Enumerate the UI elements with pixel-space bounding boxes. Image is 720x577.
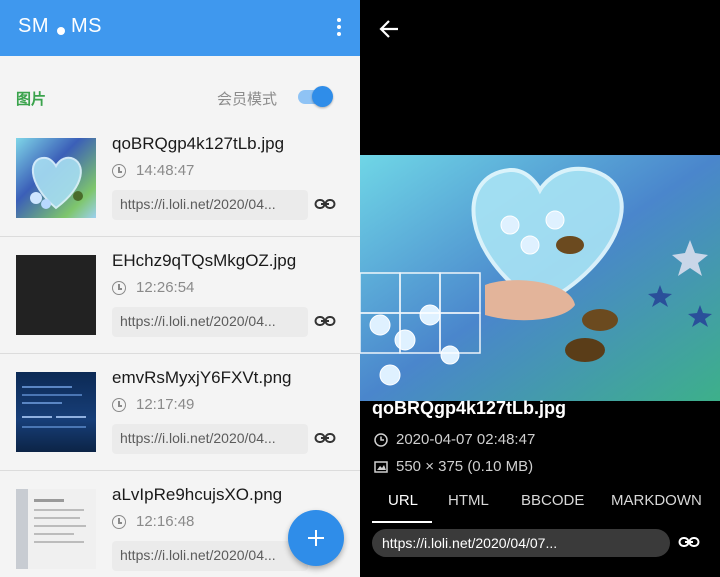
app-title: SM MS: [18, 15, 102, 38]
upload-time: 14:48:47: [136, 162, 195, 179]
clock-icon: [112, 281, 126, 295]
upload-time: 12:26:54: [136, 279, 195, 296]
link-format-tabs: URL HTML BBCODE MARKDOWN: [360, 484, 720, 524]
link-icon[interactable]: [678, 534, 700, 550]
clock-icon: [112, 164, 126, 178]
clock-icon: [112, 398, 126, 412]
image-name: emvRsMyxjY6FXVt.png: [112, 368, 292, 387]
tab-markdown[interactable]: MARKDOWN: [611, 492, 702, 509]
detail-datetime: 2020-04-07 02:48:47: [396, 431, 536, 448]
image-thumbnail[interactable]: [16, 138, 96, 218]
image-url[interactable]: https://i.loli.net/2020/04...: [112, 190, 308, 220]
detail-image-name: qoBRQgp4k127tLb.jpg: [372, 398, 567, 418]
section-header: 图片 会员模式: [0, 74, 360, 118]
member-mode-toggle[interactable]: [296, 86, 336, 107]
app-title-part2: MS: [71, 15, 102, 37]
link-icon[interactable]: [314, 430, 336, 446]
image-thumbnail[interactable]: [16, 255, 96, 335]
tab-html[interactable]: HTML: [448, 492, 489, 509]
image-url[interactable]: https://i.loli.net/2020/04...: [112, 307, 308, 337]
upload-time: 12:17:49: [136, 396, 195, 413]
image-name: EHchz9qTQsMkgOZ.jpg: [112, 251, 297, 270]
list-item[interactable]: emvRsMyxjY6FXVt.png 12:17:49 https://i.l…: [0, 354, 360, 471]
active-tab-indicator: [372, 521, 432, 523]
tab-url[interactable]: URL: [388, 492, 418, 509]
image-preview[interactable]: [360, 155, 720, 401]
image-thumbnail[interactable]: [16, 489, 96, 569]
image-name: aLvIpRe9hcujsXO.png: [112, 485, 283, 504]
app-title-part1: SM: [18, 15, 49, 37]
image-url[interactable]: https://i.loli.net/2020/04...: [112, 541, 308, 571]
clock-icon: [112, 515, 126, 529]
image-detail-screen: qoBRQgp4k127tLb.jpg 2020-04-07 02:48:47 …: [360, 0, 720, 577]
image-url[interactable]: https://i.loli.net/2020/04...: [112, 424, 308, 454]
member-mode-label: 会员模式: [217, 91, 278, 108]
detail-url-field[interactable]: https://i.loli.net/2020/04/07...: [372, 529, 670, 557]
link-icon[interactable]: [314, 196, 336, 212]
add-button[interactable]: [288, 510, 344, 566]
detail-dimensions: 550 × 375 (0.10 MB): [396, 458, 534, 475]
image-name: qoBRQgp4k127tLb.jpg: [112, 134, 285, 153]
clock-icon: [374, 433, 388, 447]
menu-icon[interactable]: [336, 18, 342, 38]
back-arrow-icon[interactable]: [378, 18, 400, 40]
image-list-screen: SM MS 图片 会员模式 qoBRQgp4k127tLb.jpg 14:48:…: [0, 0, 360, 577]
logo-dot: [57, 26, 65, 35]
app-bar: SM MS: [0, 0, 360, 56]
image-size-icon: [374, 461, 388, 473]
link-icon[interactable]: [314, 313, 336, 329]
list-item[interactable]: qoBRQgp4k127tLb.jpg 14:48:47 https://i.l…: [0, 120, 360, 237]
image-thumbnail[interactable]: [16, 372, 96, 452]
tab-bbcode[interactable]: BBCODE: [521, 492, 584, 509]
section-label: 图片: [16, 91, 47, 108]
upload-time: 12:16:48: [136, 513, 195, 530]
list-item[interactable]: EHchz9qTQsMkgOZ.jpg 12:26:54 https://i.l…: [0, 237, 360, 354]
